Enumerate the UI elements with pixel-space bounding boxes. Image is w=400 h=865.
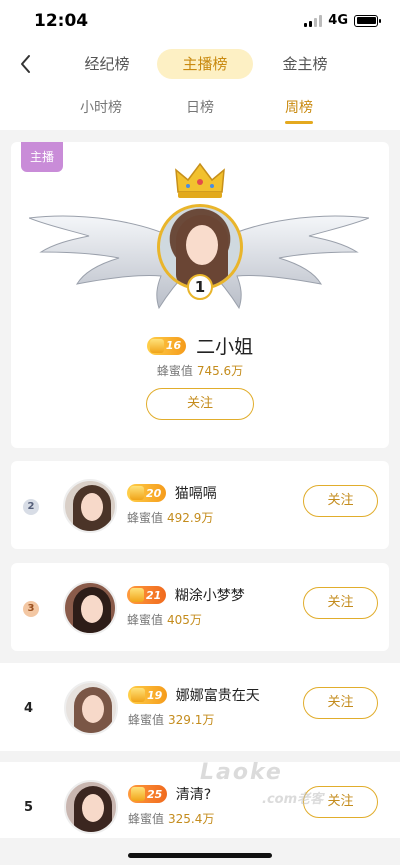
home-indicator[interactable] (128, 853, 272, 858)
avatar[interactable] (64, 681, 118, 735)
status-bar: 12:04 4G (0, 0, 400, 44)
top-navigation: 经纪榜 主播榜 金主榜 (0, 44, 400, 84)
rank-number: 4 (24, 701, 34, 716)
host-name-line: 21 糊涂小梦梦 (127, 585, 245, 605)
level-badge: 20 (127, 484, 167, 502)
period-tabs: 小时榜 日榜 周榜 (0, 84, 400, 130)
follow-button[interactable]: 关注 (303, 485, 378, 517)
rank-number: 2 (23, 499, 39, 515)
tab-patron-ranking[interactable]: 金主榜 (274, 49, 336, 79)
crown-level-icon (149, 338, 164, 353)
ranking-row[interactable]: 4 19 娜娜富贵在天 蜂蜜值 329.1万 关注 (0, 663, 400, 751)
crown-level-icon (131, 688, 145, 702)
honey-value: 蜂蜜值 492.9万 (127, 511, 214, 525)
host-badge: 主播 (21, 142, 63, 172)
chevron-left-icon (21, 55, 30, 73)
host-name: 二小姐 (196, 336, 254, 358)
crown-level-icon (130, 486, 144, 500)
subtab-daily[interactable]: 日榜 (186, 97, 214, 117)
honey-value: 蜂蜜值 329.1万 (128, 713, 215, 727)
rank-badge: 1 (187, 274, 213, 300)
host-name: 娜娜富贵在天 (175, 688, 260, 704)
level-badge: 16 (146, 336, 187, 355)
host-name-line: 25 清清? (128, 784, 211, 804)
home-indicator-area (0, 838, 400, 865)
network-label: 4G (328, 13, 348, 28)
top-host-name-line: 16 二小姐 (11, 332, 389, 359)
diamond-level-icon (130, 588, 144, 602)
host-name-line: 20 猫嗝嗝 (127, 483, 217, 503)
host-name-line: 19 娜娜富贵在天 (128, 685, 260, 705)
rank-number: 5 (24, 800, 34, 815)
crown-icon (175, 162, 225, 198)
level-badge: 21 (127, 586, 167, 604)
follow-button[interactable]: 关注 (303, 687, 378, 719)
battery-icon (354, 14, 381, 27)
honey-value: 蜂蜜值 325.4万 (128, 812, 215, 826)
level-badge: 25 (128, 785, 168, 803)
avatar[interactable] (64, 780, 118, 834)
follow-button[interactable]: 关注 (146, 388, 254, 420)
ranking-row[interactable]: 2 20 猫嗝嗝 蜂蜜值 492.9万 关注 (11, 461, 389, 549)
diamond-level-icon (131, 787, 145, 801)
subtab-weekly[interactable]: 周榜 (285, 97, 313, 124)
watermark: Laoke .com老客 (200, 760, 324, 807)
ranking-row[interactable]: 3 21 糊涂小梦梦 蜂蜜值 405万 关注 (11, 563, 389, 651)
signal-icon (304, 14, 323, 27)
honey-value: 蜂蜜值 405万 (127, 613, 202, 627)
subtab-hourly[interactable]: 小时榜 (80, 97, 122, 117)
host-name: 猫嗝嗝 (174, 486, 217, 502)
status-icons: 4G (304, 13, 381, 28)
level-badge: 19 (128, 686, 168, 704)
tab-agency-ranking[interactable]: 经纪榜 (76, 49, 138, 79)
back-button[interactable] (14, 50, 38, 78)
avatar[interactable] (63, 581, 117, 635)
rank-number: 3 (23, 601, 39, 617)
follow-button[interactable]: 关注 (303, 587, 378, 619)
status-time: 12:04 (34, 11, 89, 31)
top-ranked-card: 主播 1 16 二小姐 蜂蜜值 745.6万 关注 (11, 142, 389, 448)
avatar[interactable] (63, 479, 117, 533)
honey-value: 蜂蜜值 745.6万 (156, 364, 244, 378)
tab-host-ranking[interactable]: 主播榜 (157, 49, 253, 79)
host-name: 糊涂小梦梦 (174, 588, 245, 604)
